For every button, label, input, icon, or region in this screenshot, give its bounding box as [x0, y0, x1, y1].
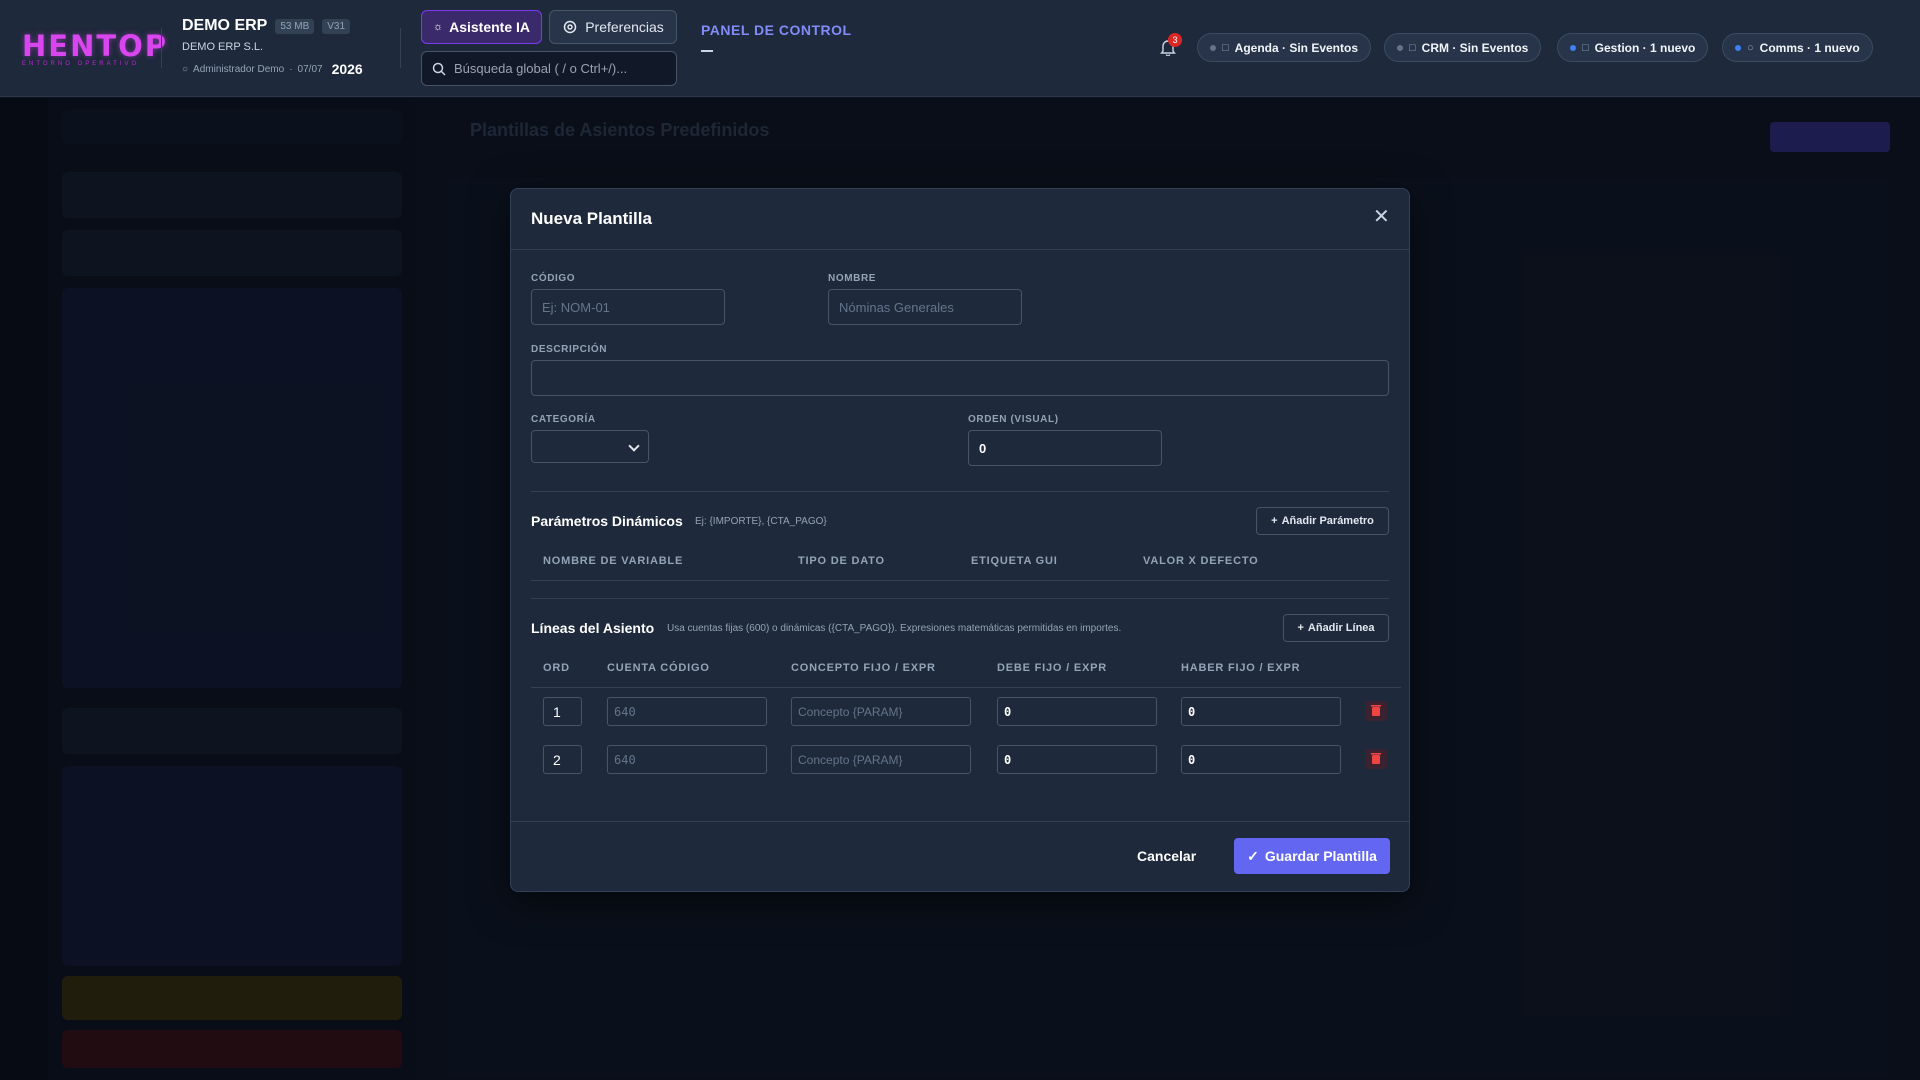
- divider: [161, 28, 162, 68]
- delete-line-button[interactable]: [1365, 749, 1387, 769]
- column-header: DEBE FIJO / EXPR: [997, 662, 1107, 674]
- check-icon: ✓: [1247, 847, 1259, 864]
- column-header: ETIQUETA GUI: [971, 555, 1058, 567]
- divider: [531, 491, 1389, 492]
- debe-input[interactable]: 0: [997, 745, 1157, 774]
- cuenta-input[interactable]: 640: [607, 697, 767, 726]
- orden-input[interactable]: 0: [968, 430, 1162, 466]
- trash-icon: [1371, 705, 1381, 716]
- column-header: TIPO DE DATO: [798, 555, 885, 567]
- app-logo[interactable]: HENTOP ENTORNO OPERATIVO: [22, 29, 169, 68]
- notifications-button[interactable]: 3: [1160, 33, 1182, 58]
- panel-title[interactable]: PANEL DE CONTROL: [701, 22, 852, 38]
- calendar-icon: □: [1222, 41, 1229, 54]
- plus-icon: +: [1297, 622, 1304, 634]
- search-placeholder: Búsqueda global ( / o Ctrl+/)...: [454, 61, 628, 76]
- chip-label: Comms · 1 nuevo: [1759, 40, 1860, 55]
- user-icon: ○: [182, 63, 189, 75]
- close-icon[interactable]: ✕: [1373, 207, 1390, 227]
- column-header: HABER FIJO / EXPR: [1181, 662, 1301, 674]
- concepto-input[interactable]: Concepto {PARAM}: [791, 745, 971, 774]
- company-full-name: DEMO ERP S.L.: [182, 41, 264, 53]
- gestion-chip[interactable]: □ Gestion · 1 nuevo: [1557, 33, 1709, 62]
- divider: [511, 821, 1409, 822]
- size-badge: 53 MB: [275, 18, 315, 34]
- ord-input[interactable]: 1: [543, 697, 582, 726]
- lines-title: Líneas del Asiento: [531, 620, 655, 636]
- divider: [531, 598, 1389, 599]
- save-label: Guardar Plantilla: [1264, 848, 1377, 864]
- chat-icon: ○: [1747, 41, 1754, 54]
- status-dot: [1210, 44, 1216, 51]
- add-line-label: Añadir Línea: [1307, 622, 1375, 634]
- debe-input[interactable]: 0: [997, 697, 1157, 726]
- divider: [531, 687, 1401, 688]
- sparkle-icon: ☼: [432, 21, 444, 33]
- panel-underline: [701, 50, 713, 52]
- crm-chip[interactable]: □ CRM · Sin Eventos: [1384, 33, 1542, 62]
- divider: [531, 580, 1389, 581]
- add-parameter-label: Añadir Parámetro: [1281, 515, 1374, 527]
- logo-subtitle: ENTORNO OPERATIVO: [22, 61, 140, 67]
- codigo-label: CÓDIGO: [531, 273, 576, 284]
- company-block: DEMO ERP 53 MB V31 DEMO ERP S.L. ○ Admin…: [182, 17, 363, 77]
- cancel-button[interactable]: Cancelar: [1137, 838, 1196, 874]
- categoria-select[interactable]: [531, 430, 649, 463]
- chip-label: CRM · Sin Eventos: [1421, 40, 1529, 55]
- modal-title: Nueva Plantilla: [511, 189, 1409, 250]
- delete-line-button[interactable]: [1365, 701, 1387, 721]
- current-date: 07/07: [297, 63, 323, 75]
- user-name: Administrador Demo: [193, 63, 285, 75]
- orden-label: ORDEN (VISUAL): [968, 414, 1059, 425]
- agenda-chip[interactable]: □ Agenda · Sin Eventos: [1197, 33, 1372, 62]
- plus-icon: +: [1271, 515, 1278, 527]
- column-header: NOMBRE DE VARIABLE: [543, 555, 684, 567]
- column-header: VALOR X DEFECTO: [1143, 555, 1259, 567]
- ord-input[interactable]: 2: [543, 745, 582, 774]
- logo-text: HENTOP: [22, 29, 169, 63]
- trash-icon: [1371, 753, 1381, 764]
- preferences-label: Preferencias: [585, 19, 664, 35]
- search-icon: [432, 62, 446, 76]
- codigo-input[interactable]: Ej: NOM-01: [531, 289, 725, 325]
- global-search-input[interactable]: Búsqueda global ( / o Ctrl+/)...: [421, 51, 677, 86]
- add-line-button[interactable]: + Añadir Línea: [1283, 614, 1389, 642]
- monitor-icon: □: [1409, 41, 1416, 54]
- comms-chip[interactable]: ○ Comms · 1 nuevo: [1722, 33, 1873, 62]
- version-badge: V31: [322, 18, 351, 34]
- company-name: DEMO ERP: [182, 17, 268, 34]
- concepto-input[interactable]: Concepto {PARAM}: [791, 697, 971, 726]
- add-parameter-button[interactable]: + Añadir Parámetro: [1256, 507, 1389, 535]
- divider: [400, 28, 401, 68]
- ai-assistant-label: Asistente IA: [449, 19, 530, 35]
- gear-icon: [563, 20, 577, 34]
- top-bar: HENTOP ENTORNO OPERATIVO DEMO ERP 53 MB …: [0, 0, 1920, 97]
- lines-hint: Usa cuentas fijas (600) o dinámicas ({CT…: [667, 623, 1122, 634]
- status-dot: [1735, 44, 1741, 51]
- haber-input[interactable]: 0: [1181, 745, 1341, 774]
- params-title: Parámetros Dinámicos: [531, 513, 683, 529]
- column-header: CUENTA CÓDIGO: [607, 662, 710, 674]
- nombre-label: NOMBRE: [828, 273, 877, 284]
- categoria-label: CATEGORÍA: [531, 414, 596, 425]
- preferences-button[interactable]: Preferencias: [549, 10, 677, 44]
- new-template-modal: Nueva Plantilla ✕ CÓDIGO Ej: NOM-01 NOMB…: [510, 188, 1410, 892]
- column-header: CONCEPTO FIJO / EXPR: [791, 662, 936, 674]
- haber-input[interactable]: 0: [1181, 697, 1341, 726]
- params-hint: Ej: {IMPORTE}, {CTA_PAGO}: [695, 516, 827, 527]
- chip-label: Gestion · 1 nuevo: [1594, 40, 1696, 55]
- current-year[interactable]: 2026: [332, 61, 363, 77]
- column-header: ORD: [543, 662, 570, 674]
- document-icon: □: [1582, 41, 1589, 54]
- cuenta-input[interactable]: 640: [607, 745, 767, 774]
- chip-label: Agenda · Sin Eventos: [1234, 40, 1359, 55]
- ai-assistant-button[interactable]: ☼ Asistente IA: [421, 10, 542, 44]
- status-dot: [1570, 44, 1576, 51]
- nombre-input[interactable]: Nóminas Generales: [828, 289, 1022, 325]
- descripcion-label: DESCRIPCIÓN: [531, 344, 608, 355]
- save-template-button[interactable]: ✓ Guardar Plantilla: [1234, 838, 1390, 874]
- status-dot: [1397, 44, 1403, 51]
- notification-badge: 3: [1168, 33, 1182, 47]
- descripcion-input[interactable]: [531, 360, 1389, 396]
